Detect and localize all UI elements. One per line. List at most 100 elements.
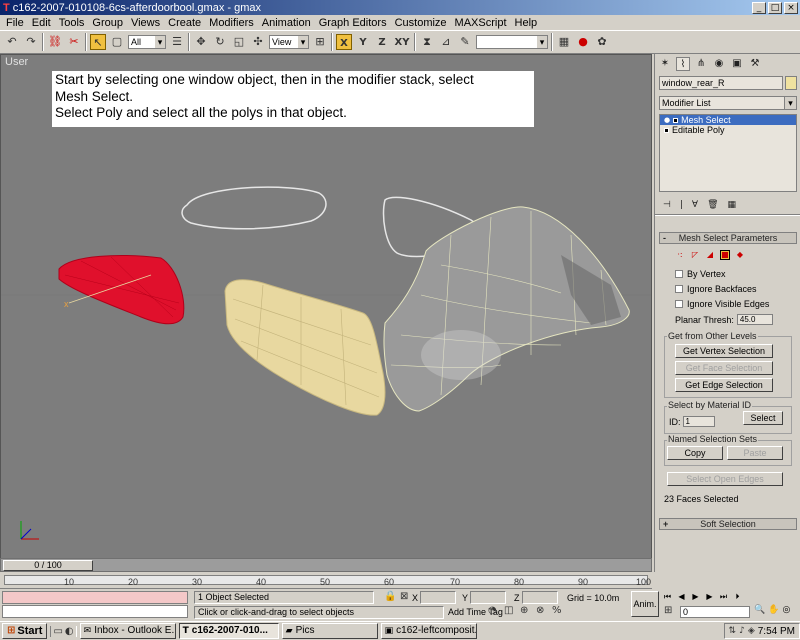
hierarchy-tab-icon[interactable]: ⋔ <box>694 57 708 71</box>
angle-snap-icon[interactable]: ⊗ <box>536 605 544 616</box>
stack-item-editable-poly[interactable]: Editable Poly <box>660 125 796 135</box>
outline-window-left[interactable] <box>181 186 327 230</box>
viewport-label[interactable]: User <box>5 56 28 68</box>
task-outlook[interactable]: ✉ Inbox - Outlook E... <box>79 623 176 639</box>
menu-create[interactable]: Create <box>164 17 205 29</box>
rotate-icon[interactable]: ↻ <box>212 34 228 50</box>
object-name-field[interactable]: window_rear_R <box>659 76 783 90</box>
quick-render-icon[interactable]: ✿ <box>594 34 610 50</box>
menu-help[interactable]: Help <box>511 17 542 29</box>
scale-icon[interactable]: ◱ <box>231 34 247 50</box>
align-icon[interactable]: ⊿ <box>438 34 454 50</box>
y-coord-field[interactable] <box>470 591 506 604</box>
create-tab-icon[interactable]: ✶ <box>658 57 672 71</box>
maxscript-listener-input[interactable] <box>2 605 188 618</box>
get-vertex-selection-button[interactable]: Get Vertex Selection <box>675 344 773 358</box>
material-editor-icon[interactable]: ▦ <box>556 34 572 50</box>
select-open-edges-button[interactable]: Select Open Edges <box>667 472 783 486</box>
menu-file[interactable]: File <box>2 17 28 29</box>
axis-xy-button[interactable]: XY <box>393 34 411 50</box>
ignore-visible-edges-checkbox[interactable]: Ignore Visible Edges <box>675 298 769 310</box>
percent-snap-icon[interactable]: % <box>552 605 562 616</box>
link-icon[interactable]: ⛓ <box>47 34 63 50</box>
crossing-selection-icon[interactable]: ◔ <box>488 605 497 616</box>
axis-y-button[interactable]: Y <box>355 34 371 50</box>
menu-group[interactable]: Group <box>88 17 127 29</box>
animate-button[interactable]: Anim. <box>631 591 659 617</box>
z-coord-field[interactable] <box>522 591 558 604</box>
current-frame-field[interactable]: 0 <box>680 606 750 618</box>
render-scene-icon[interactable]: ● <box>575 34 591 50</box>
menu-views[interactable]: Views <box>127 17 164 29</box>
unlink-icon[interactable]: ✂ <box>66 34 82 50</box>
x-coord-field[interactable] <box>420 591 456 604</box>
modifier-list-dropdown[interactable]: Modifier List <box>659 96 797 110</box>
lock-selection-icon[interactable]: 🔒 <box>384 591 396 602</box>
pivot-center-icon[interactable]: ⊞ <box>312 34 328 50</box>
remove-modifier-icon[interactable]: 🗑 <box>707 200 718 210</box>
degradation-override-icon[interactable]: ◫ <box>504 605 513 616</box>
browser-icon[interactable]: ◐ <box>65 626 74 637</box>
tray-icon-network[interactable]: ⇅ <box>729 626 737 636</box>
time-config-icon[interactable]: ⊞ <box>664 605 672 616</box>
move-icon[interactable]: ✥ <box>193 34 209 50</box>
redo-icon[interactable]: ↷ <box>23 34 39 50</box>
start-button[interactable]: ⊞ Start <box>2 623 48 639</box>
material-id-spinner[interactable]: 1 <box>682 416 715 427</box>
pin-stack-icon[interactable]: ⊣ <box>663 200 671 210</box>
edge-level-icon[interactable]: ◸ <box>690 250 700 260</box>
make-unique-icon[interactable]: ∀ <box>692 200 698 210</box>
snap-toggle-icon[interactable]: ⊕ <box>520 605 528 616</box>
by-vertex-checkbox[interactable]: By Vertex <box>675 268 726 280</box>
previous-frame-icon[interactable]: ◀ <box>676 591 687 602</box>
utilities-tab-icon[interactable]: ⚒ <box>748 57 762 71</box>
selected-window-red[interactable] <box>58 255 185 325</box>
ignore-backfaces-checkbox[interactable]: Ignore Backfaces <box>675 283 757 295</box>
display-tab-icon[interactable]: ▣ <box>730 57 744 71</box>
maxscript-listener-output[interactable] <box>2 591 188 604</box>
show-end-result-icon[interactable]: | <box>680 200 683 210</box>
mesh-select-rollout-header[interactable]: - Mesh Select Parameters <box>659 232 797 244</box>
element-level-icon[interactable]: ◆ <box>735 250 745 260</box>
absolute-mode-icon[interactable]: ⊠ <box>400 591 408 602</box>
menu-tools[interactable]: Tools <box>55 17 89 29</box>
paste-button[interactable]: Paste <box>727 446 783 460</box>
undo-icon[interactable]: ↶ <box>4 34 20 50</box>
orbit-icon[interactable]: ◎ <box>782 605 790 615</box>
maximize-button[interactable]: □ <box>768 1 782 14</box>
named-selection-icon[interactable]: ✎ <box>457 34 473 50</box>
stack-item-mesh-select[interactable]: ● Mesh Select <box>660 115 796 125</box>
modify-tab-icon[interactable]: ⌇ <box>676 57 690 71</box>
menu-modifiers[interactable]: Modifiers <box>205 17 258 29</box>
get-edge-selection-button[interactable]: Get Edge Selection <box>675 378 773 392</box>
motion-tab-icon[interactable]: ◉ <box>712 57 726 71</box>
get-face-selection-button[interactable]: Get Face Selection <box>675 361 773 375</box>
menu-edit[interactable]: Edit <box>28 17 55 29</box>
copy-button[interactable]: Copy <box>667 446 723 460</box>
user-viewport[interactable]: x User Start by selecting one window obj… <box>0 54 652 572</box>
desktop-icon[interactable]: ▭ <box>53 626 62 637</box>
face-level-icon[interactable]: ◢ <box>705 250 715 260</box>
play-icon[interactable]: ▶ <box>690 591 701 602</box>
time-slider[interactable]: 0 / 100 <box>0 558 652 572</box>
select-object-icon[interactable]: ↖ <box>90 34 106 50</box>
select-by-name-icon[interactable]: ☰ <box>169 34 185 50</box>
manipulate-icon[interactable]: ✣ <box>250 34 266 50</box>
planar-thresh-spinner[interactable]: 45.0 <box>736 314 773 325</box>
go-to-end-icon[interactable]: ⏭ <box>718 591 729 602</box>
menu-customize[interactable]: Customize <box>391 17 451 29</box>
soft-selection-rollout-header[interactable]: + Soft Selection <box>659 518 797 530</box>
viewport-scene[interactable]: x <box>1 55 652 572</box>
task-image-viewer[interactable]: ▣ c162-leftcomposit... <box>380 623 477 639</box>
menu-animation[interactable]: Animation <box>258 17 315 29</box>
region-select-icon[interactable]: ▢ <box>109 34 125 50</box>
polygon-level-icon[interactable] <box>720 250 730 260</box>
key-mode-icon[interactable]: ⏵ <box>732 591 743 602</box>
tray-icon-volume[interactable]: ♪ <box>739 626 745 636</box>
axis-z-button[interactable]: Z <box>374 34 390 50</box>
mirror-icon[interactable]: ⧗ <box>419 34 435 50</box>
select-by-id-button[interactable]: Select <box>743 411 783 425</box>
configure-sets-icon[interactable]: ▦ <box>728 200 737 210</box>
expand-box-icon[interactable] <box>673 117 679 123</box>
task-pics-folder[interactable]: ▰ Pics <box>281 623 378 639</box>
